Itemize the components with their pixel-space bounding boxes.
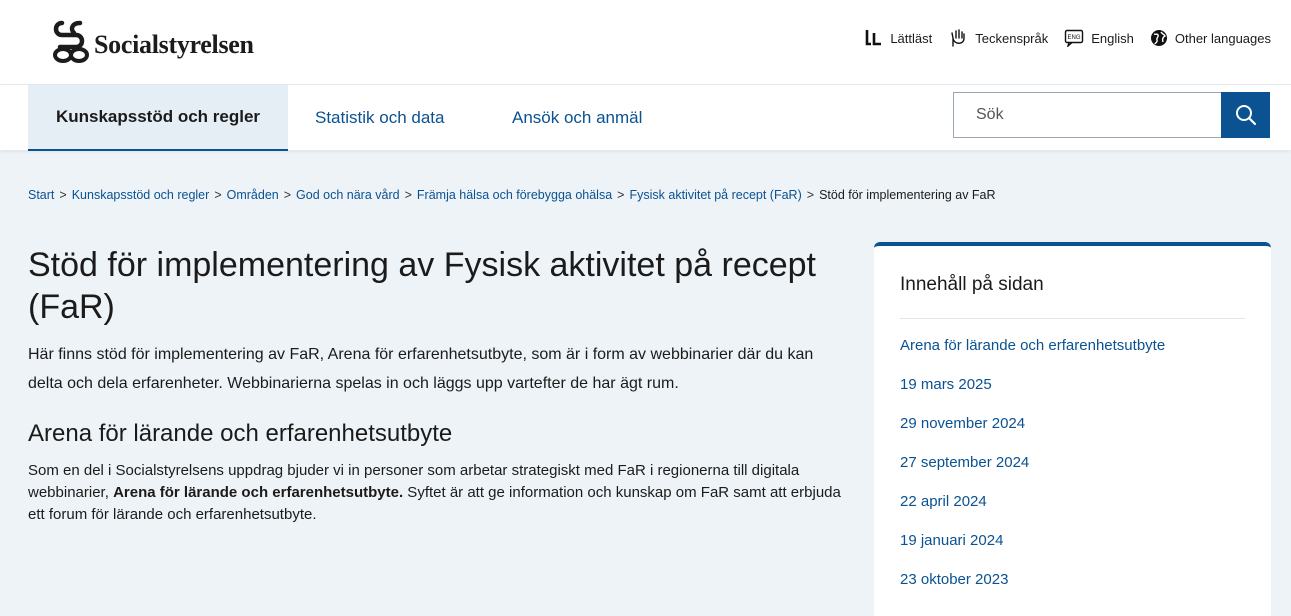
search-input[interactable] [953,92,1221,138]
breadcrumb-separator: > [59,188,67,202]
breadcrumb-current: Stöd för implementering av FaR [819,188,996,202]
table-of-contents: Innehåll på sidan Arena för lärande och … [874,242,1271,616]
breadcrumb-separator: > [617,188,625,202]
toc-item[interactable]: 23 oktober 2023 [900,571,1245,610]
toc-item[interactable]: 22 april 2024 [900,493,1245,532]
toc-item[interactable]: Arena för lärande och erfarenhetsutbyte [900,337,1245,376]
logo-text: Socialstyrelsen [94,30,254,59]
section-heading: Arena för lärande och erfarenhetsutbyte [28,420,453,447]
nav-tab-kunskapsstod[interactable]: Kunskapsstöd och regler [28,85,288,151]
toc-item[interactable]: 19 januari 2024 [900,532,1245,571]
nav-tab-ansok[interactable]: Ansök och anmäl [512,85,642,151]
main-content: Stöd för implementering av Fysisk aktivi… [28,244,858,526]
search-button[interactable] [1221,92,1270,138]
body-paragraph: Som en del i Socialstyrelsens uppdrag bj… [28,460,858,526]
util-link-label: Other languages [1174,30,1271,46]
site-header: Socialstyrelsen Lättläst Teckenspråk ENG… [0,0,1291,84]
breadcrumb-link-start[interactable]: Start [28,188,54,202]
toc-item[interactable]: 27 september 2024 [900,454,1245,493]
util-link-other-languages[interactable]: Other languages [1150,29,1271,47]
toc-title: Innehåll på sidan [900,274,1245,319]
utility-links: Lättläst Teckenspråk ENG English Other l… [865,28,1271,48]
toc-item[interactable]: 19 mars 2025 [900,376,1245,415]
search-icon [1235,105,1256,126]
lead-paragraph: Här finns stöd för implementering av FaR… [28,346,814,392]
util-link-lattlast[interactable]: Lättläst [865,29,932,47]
body-text-bold: Arena för lärande och erfarenhetsutbyte. [113,484,404,501]
breadcrumb-separator: > [806,188,815,202]
page-title: Stöd för implementering av Fysisk aktivi… [28,246,816,326]
nav-tab-statistik[interactable]: Statistik och data [315,85,444,151]
util-link-label: Lättläst [890,30,933,46]
breadcrumb-link-god-och-nara-vard[interactable]: God och nära vård [296,188,400,202]
util-link-label: English [1091,30,1134,46]
main-navigation: Kunskapsstöd och regler Statistik och da… [0,84,1291,151]
easy-read-icon [866,30,882,46]
util-link-label: Teckenspråk [975,30,1049,46]
util-link-english[interactable]: ENG English [1064,29,1134,47]
breadcrumb-link-far[interactable]: Fysisk aktivitet på recept (FaR) [629,188,801,202]
toc-item[interactable]: 29 november 2024 [900,415,1245,454]
english-flag-icon: ENG [1065,29,1084,47]
breadcrumb-separator: > [404,188,412,202]
globe-icon [1150,30,1167,46]
breadcrumb-link-framja-halsa[interactable]: Främja hälsa och förebygga ohälsa [417,188,612,202]
toc-list: Arena för lärande och erfarenhetsutbyte … [900,337,1245,610]
sign-language-icon [951,29,965,47]
breadcrumb-link-omraden[interactable]: Områden [227,188,279,202]
breadcrumb-separator: > [214,188,222,202]
logo[interactable]: Socialstyrelsen [52,16,254,64]
socialstyrelsen-logo-icon [53,20,89,63]
breadcrumb-separator: > [283,188,292,202]
breadcrumb-link-kunskapsstod[interactable]: Kunskapsstöd och regler [72,188,210,202]
breadcrumb: Start > Kunskapsstöd och regler > Områden > Go… [28,188,996,202]
util-link-teckensprak[interactable]: Teckenspråk [948,28,1048,48]
svg-text:ENG: ENG [1068,35,1081,41]
